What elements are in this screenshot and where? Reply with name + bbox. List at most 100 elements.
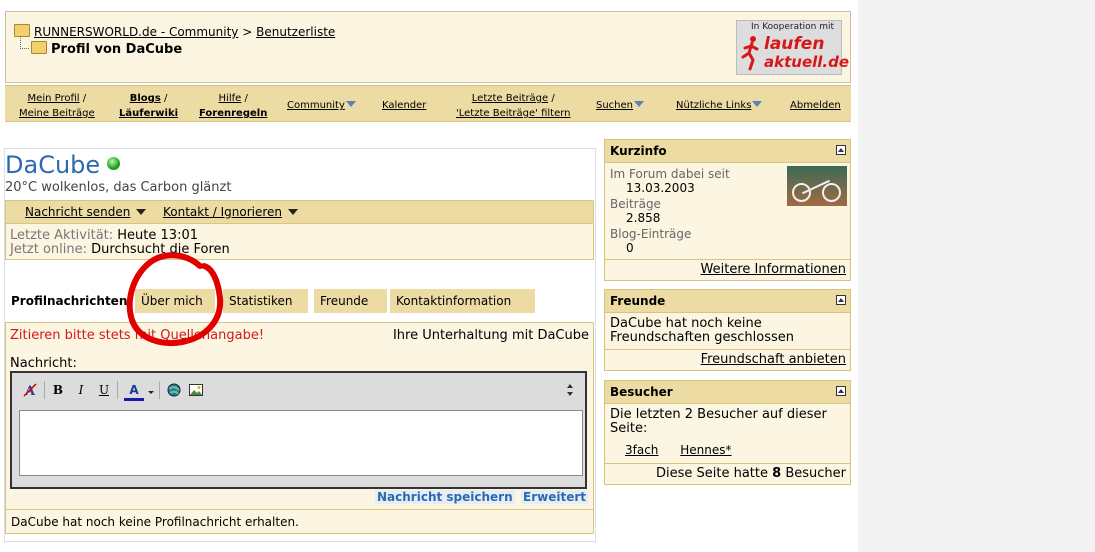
contact-ignore-link[interactable]: Kontakt / Ignorieren (163, 205, 282, 219)
profile-messages-panel: Zitieren bitte stets mit Quellenangabe! … (5, 322, 594, 534)
nav-community[interactable]: Community (287, 98, 356, 113)
member-since-label: Im Forum dabei seit (610, 167, 730, 181)
blog-label: Blog-Einträge (610, 227, 692, 241)
more-info-link[interactable]: Weitere Informationen (701, 262, 846, 277)
nav-forum-rules[interactable]: Forenregeln (199, 108, 267, 119)
visitor-link[interactable]: 3fach (625, 443, 658, 457)
link-icon[interactable] (166, 382, 182, 398)
kurzinfo-header: Kurzinfo (605, 140, 850, 163)
friends-title: Freunde (610, 294, 666, 308)
breadcrumb-site-link[interactable]: RUNNERSWORLD.de - Community (34, 25, 238, 39)
blank-area (858, 0, 1095, 552)
last-activity: Letzte Aktivität: Heute 13:01 (10, 228, 198, 243)
resize-icon[interactable] (562, 382, 578, 398)
bold-icon[interactable]: B (50, 382, 66, 398)
tab-kontaktinformation[interactable]: Kontaktinformation (390, 289, 535, 313)
underline-icon[interactable]: U (96, 382, 112, 398)
nav-useful-links-label[interactable]: Nützliche Links (676, 100, 751, 111)
nav-calendar[interactable]: Kalender (382, 98, 426, 113)
friends-footer: Freundschaft anbieten (605, 349, 850, 370)
profile-action-bar: Nachricht senden Kontakt / Ignorieren (5, 200, 594, 224)
chevron-down-icon (634, 101, 645, 107)
kurzinfo-box: Kurzinfo Im Forum dabei seit 13.03.2003 … (604, 139, 851, 281)
visitors-box: Besucher Die letzten 2 Besucher auf dies… (604, 380, 851, 485)
activity-panel: Letzte Aktivität: Heute 13:01 Jetzt onli… (5, 224, 594, 260)
page-title-text: Profil von DaCube (51, 42, 183, 57)
nav-blogs[interactable]: Blogs (130, 93, 161, 104)
save-message-button[interactable]: Nachricht speichern (375, 490, 515, 504)
visitor-link[interactable]: Hennes* (680, 443, 731, 457)
username: DaCube (5, 151, 101, 179)
user-tagline: 20°C wolkenlos, das Carbon glänzt (5, 180, 232, 195)
visitors-header: Besucher (605, 381, 850, 404)
avatar[interactable] (787, 166, 847, 206)
friends-text: DaCube hat noch keine Freundschaften ges… (610, 316, 795, 345)
nav-logout[interactable]: Abmelden (790, 98, 841, 113)
laufen-aktuell-logo[interactable]: In Kooperation mit laufen aktuell.de (736, 20, 849, 75)
toolbar-separator (117, 381, 118, 399)
visitor-list: 3fach Hennes* (625, 443, 732, 457)
page-title: Profil von DaCube (31, 41, 182, 57)
collapse-icon[interactable] (836, 145, 846, 155)
nav-slash: / (163, 93, 168, 104)
tab-freunde[interactable]: Freunde (314, 289, 387, 313)
nav-filter-latest[interactable]: 'Letzte Beiträge' filtern (456, 108, 571, 119)
font-color-letter: A (129, 383, 139, 397)
runner-icon (741, 36, 759, 71)
collapse-icon[interactable] (836, 295, 846, 305)
nav-latest-posts[interactable]: Letzte Beiträge (472, 93, 548, 104)
navbar: Mein Profil / Meine Beiträge Blogs / Läu… (5, 85, 851, 122)
kurzinfo-title: Kurzinfo (610, 144, 667, 158)
nav-slash: / (82, 93, 87, 104)
nav-profile-group: Mein Profil / Meine Beiträge (19, 91, 95, 121)
tab-statistiken[interactable]: Statistiken (223, 289, 308, 313)
font-color-swatch (124, 398, 144, 401)
nav-search-label[interactable]: Suchen (596, 100, 633, 111)
chevron-down-icon (345, 101, 356, 107)
message-textarea[interactable] (19, 410, 583, 476)
last-activity-value: Heute 13:01 (117, 228, 198, 243)
chevron-down-icon (136, 209, 147, 215)
nav-my-profile[interactable]: Mein Profil (28, 93, 80, 104)
font-color-icon[interactable]: A (123, 382, 145, 401)
nav-my-posts[interactable]: Meine Beiträge (19, 108, 95, 119)
online-now-label: Jetzt online: (10, 242, 88, 257)
send-message-menu[interactable]: Nachricht senden (25, 205, 147, 219)
font-color-dropdown-icon[interactable] (147, 382, 155, 398)
nav-help[interactable]: Hilfe (219, 93, 242, 104)
breadcrumb: RUNNERSWORLD.de - Community > Benutzerli… (14, 24, 335, 39)
friends-header: Freunde (605, 290, 850, 313)
visitors-footer: Diese Seite hatte 8 Besucher (605, 463, 850, 484)
kurzinfo-details: Im Forum dabei seit 13.03.2003 Beiträge … (610, 167, 730, 255)
tab-profilnachrichten[interactable]: Profilnachrichten (5, 289, 127, 313)
red-annotation-circle (126, 252, 224, 346)
nav-calendar-label[interactable]: Kalender (382, 100, 426, 111)
collapse-icon[interactable] (836, 386, 846, 396)
chevron-down-icon (288, 209, 299, 215)
member-since-value: 13.03.2003 (626, 181, 695, 195)
conversation-link[interactable]: Ihre Unterhaltung mit DaCube (393, 328, 589, 343)
image-icon[interactable] (188, 382, 204, 398)
open-folder-icon (31, 41, 47, 54)
logo-line1: laufen (764, 34, 825, 54)
toolbar-separator (44, 381, 45, 399)
nav-logout-label[interactable]: Abmelden (790, 100, 841, 111)
remove-format-icon[interactable]: A (22, 382, 38, 398)
posts-value: 2.858 (626, 211, 661, 225)
online-status-icon (107, 157, 120, 170)
nav-community-label[interactable]: Community (287, 100, 345, 111)
nav-latest-group: Letzte Beiträge / 'Letzte Beiträge' filt… (456, 91, 571, 121)
breadcrumb-userlist-link[interactable]: Benutzerliste (256, 25, 335, 39)
nav-laeuferwiki[interactable]: Läuferwiki (119, 108, 178, 119)
logo-line2: aktuell.de (764, 53, 850, 71)
nav-slash: / (244, 93, 248, 104)
visitor-count-prefix: Diese Seite hatte (655, 466, 768, 481)
advanced-button[interactable]: Erweitert (521, 490, 588, 504)
blog-value: 0 (626, 241, 634, 255)
contact-ignore-menu[interactable]: Kontakt / Ignorieren (163, 205, 299, 219)
send-message-link[interactable]: Nachricht senden (25, 205, 130, 219)
offer-friendship-link[interactable]: Freundschaft anbieten (701, 352, 846, 367)
nav-useful-links[interactable]: Nützliche Links (676, 98, 763, 113)
nav-search[interactable]: Suchen (596, 98, 645, 113)
italic-icon[interactable]: I (73, 382, 89, 398)
